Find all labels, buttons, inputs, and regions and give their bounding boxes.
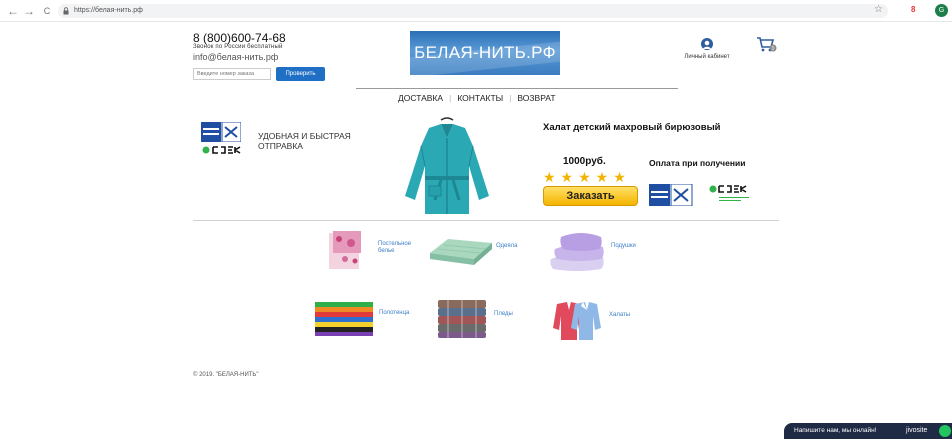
address-bar[interactable]: https://белая-нить.рф <box>58 4 888 18</box>
cart-count: 0 <box>772 46 775 52</box>
url-text: https://белая-нить.рф <box>74 7 143 14</box>
russian-post-logo-small <box>649 184 693 206</box>
forward-icon[interactable]: → <box>22 4 36 18</box>
user-icon <box>701 38 713 50</box>
category-blankets[interactable]: Одеяла <box>428 229 528 273</box>
blanket-image <box>430 239 492 265</box>
reload-icon[interactable]: C <box>40 4 54 18</box>
product-title: Халат детский махровый бирюзовый <box>543 122 721 133</box>
category-label: Полотенца <box>379 310 410 316</box>
email-link[interactable]: info@белая-нить.рф <box>193 52 278 62</box>
russian-post-logo <box>201 122 241 142</box>
order-button[interactable]: Заказать <box>543 186 638 206</box>
cdek-logo-small <box>709 185 749 201</box>
menu-separator: | <box>449 93 452 103</box>
banner-divider <box>193 220 779 221</box>
menu-separator: | <box>509 93 512 103</box>
category-label: Пледы <box>494 311 513 317</box>
robes-image <box>553 302 601 340</box>
category-robes[interactable]: Халаты <box>551 298 651 342</box>
towels-image <box>315 302 373 336</box>
profile-avatar[interactable]: G <box>935 4 948 17</box>
category-pillows[interactable]: Подушки <box>547 229 647 273</box>
category-bedding[interactable]: Постельное белье <box>325 229 425 273</box>
chat-brand: jivosite <box>906 427 928 434</box>
logo-text: БЕЛАЯ-НИТЬ.РФ <box>414 43 556 62</box>
plaid-image <box>438 300 486 338</box>
site-logo[interactable]: БЕЛАЯ-НИТЬ.РФ <box>410 31 560 75</box>
rating-stars: ★★★★★ <box>543 169 631 185</box>
chat-prompt: Напишите нам, мы онлайн! <box>794 427 877 434</box>
promo-text: УДОБНАЯ И БЫСТРАЯ ОТПРАВКА <box>258 131 351 151</box>
promo-banner[interactable]: УДОБНАЯ И БЫСТРАЯ ОТПРАВКА Халат детский… <box>193 116 779 220</box>
chat-widget[interactable]: Напишите нам, мы онлайн! jivosite <box>784 423 952 439</box>
main-menu: ДОСТАВКА | КОНТАКТЫ | ВОЗВРАТ <box>398 92 556 104</box>
phone-note: Звонок по России бесплатный <box>193 44 283 50</box>
cabinet-label: Личный кабинет <box>684 54 730 60</box>
phone-number[interactable]: 8 (800)600-74-68 <box>193 31 286 45</box>
cart-button[interactable]: 0 <box>756 36 778 54</box>
menu-item-delivery[interactable]: ДОСТАВКА <box>398 92 443 104</box>
category-label: Подушки <box>611 243 636 249</box>
bedding-image <box>329 231 361 269</box>
check-order-button[interactable]: Проверить <box>276 67 325 81</box>
lock-icon <box>63 7 69 15</box>
pillows-image <box>550 233 604 271</box>
menu-item-returns[interactable]: ВОЗВРАТ <box>517 92 555 104</box>
extension-icon[interactable]: 8 <box>911 5 915 14</box>
order-number-input[interactable] <box>193 68 271 80</box>
menu-item-contacts[interactable]: КОНТАКТЫ <box>457 92 503 104</box>
cdek-logo <box>202 146 241 154</box>
personal-cabinet-link[interactable]: Личный кабинет <box>672 38 742 60</box>
payment-note: Оплата при получении <box>649 158 746 168</box>
header-divider <box>356 88 678 89</box>
category-label: Постельное белье <box>378 241 412 254</box>
bookmark-star-icon[interactable]: ☆ <box>874 3 883 17</box>
chat-icon <box>939 425 951 437</box>
product-price: 1000руб. <box>563 156 606 167</box>
robe-product-image <box>405 117 489 214</box>
cart-icon: 0 <box>757 37 777 52</box>
page: 8 (800)600-74-68 Звонок по России беспла… <box>0 22 952 439</box>
category-towels[interactable]: Полотенца <box>313 298 413 340</box>
footer-copyright: © 2019. "БЕЛАЯ-НИТЬ" <box>193 372 259 378</box>
back-icon[interactable]: ← <box>6 4 20 18</box>
category-plaids[interactable]: Пледы <box>434 298 534 340</box>
browser-toolbar: ← → C https://белая-нить.рф ☆ 8 G <box>0 0 952 22</box>
category-label: Одеяла <box>496 243 518 249</box>
category-label: Халаты <box>609 312 631 318</box>
